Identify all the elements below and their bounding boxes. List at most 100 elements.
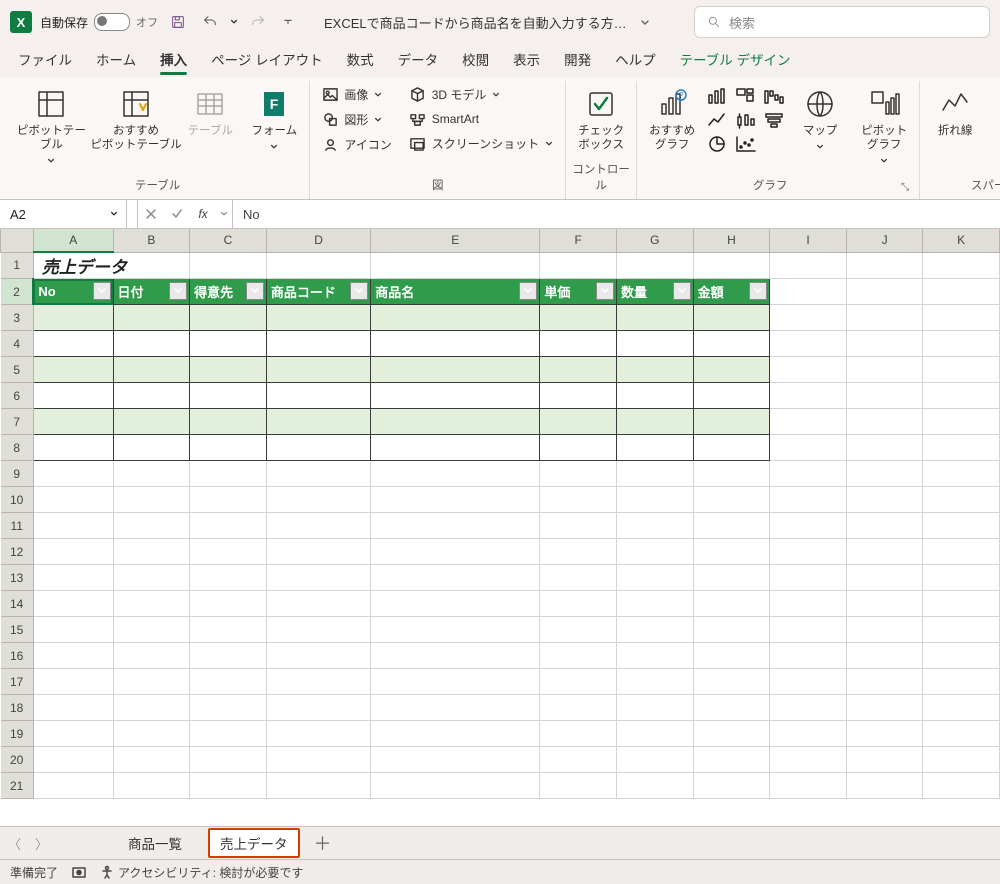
map-chart-button[interactable]: マップ — [791, 83, 849, 153]
filter-button[interactable] — [673, 282, 691, 300]
shapes-button[interactable]: 図形 — [316, 108, 397, 131]
tab-home[interactable]: ホーム — [86, 43, 146, 77]
tab-file[interactable]: ファイル — [8, 43, 82, 77]
sparkline-line-button[interactable]: 折れ線 — [926, 83, 984, 141]
col-header[interactable]: K — [923, 229, 1000, 252]
table-header-cell[interactable]: 数量 — [616, 279, 693, 305]
col-header[interactable]: E — [371, 229, 540, 252]
new-sheet-button[interactable]: ＋ — [314, 830, 332, 856]
line-chart-icon[interactable] — [707, 111, 729, 129]
name-box[interactable]: A2 — [0, 200, 127, 228]
pictures-button[interactable]: 画像 — [316, 83, 397, 106]
table-header-cell[interactable]: 商品名 — [371, 279, 540, 305]
row-header[interactable]: 21 — [1, 773, 34, 799]
statistic-chart-icon[interactable] — [735, 111, 757, 129]
row-header[interactable]: 1 — [1, 252, 34, 279]
row-header[interactable]: 18 — [1, 695, 34, 721]
row-header[interactable]: 7 — [1, 409, 34, 435]
tab-pagelayout[interactable]: ページ レイアウト — [201, 43, 332, 77]
row-header[interactable]: 2 — [1, 279, 34, 305]
pivot-table-button[interactable]: ピボットテーブル — [12, 83, 91, 167]
cell[interactable]: 売上データ — [33, 252, 189, 279]
3dmodel-button[interactable]: 3D モデル — [404, 83, 559, 106]
filter-button[interactable] — [519, 282, 537, 300]
icons-button[interactable]: アイコン — [316, 133, 397, 156]
table-header-cell[interactable]: No — [33, 279, 113, 305]
tab-data[interactable]: データ — [388, 43, 449, 77]
filter-button[interactable] — [350, 282, 368, 300]
filter-button[interactable] — [169, 282, 187, 300]
filter-button[interactable] — [749, 282, 767, 300]
row-header[interactable]: 14 — [1, 591, 34, 617]
row-header[interactable]: 19 — [1, 721, 34, 747]
table-header-cell[interactable]: 単価 — [540, 279, 617, 305]
row-header[interactable]: 15 — [1, 617, 34, 643]
tab-view[interactable]: 表示 — [503, 43, 550, 77]
autosave-toggle[interactable]: 自動保存 オフ — [40, 13, 158, 31]
col-header[interactable]: I — [770, 229, 847, 252]
filter-button[interactable] — [596, 282, 614, 300]
row-header[interactable]: 5 — [1, 357, 34, 383]
row-header[interactable]: 4 — [1, 331, 34, 357]
search-input[interactable]: 検索 — [694, 6, 990, 38]
tab-insert[interactable]: 挿入 — [150, 43, 197, 77]
tab-formulas[interactable]: 数式 — [337, 43, 384, 77]
enter-formula-button[interactable] — [164, 208, 190, 220]
table-header-cell[interactable]: 商品コード — [266, 279, 370, 305]
recommended-charts-button[interactable]: ? おすすめ グラフ — [643, 83, 701, 155]
charts-dialog-launcher[interactable]: ⤡ — [897, 182, 913, 197]
save-button[interactable] — [166, 10, 190, 34]
redo-button[interactable] — [246, 10, 270, 34]
row-header[interactable]: 8 — [1, 435, 34, 461]
screenshot-button[interactable]: スクリーンショット — [404, 132, 559, 155]
col-header[interactable]: D — [266, 229, 370, 252]
row-header[interactable]: 12 — [1, 539, 34, 565]
table-header-cell[interactable]: 金額 — [693, 279, 770, 305]
hierarchy-chart-icon[interactable] — [735, 87, 757, 105]
tab-tabledesign[interactable]: テーブル デザイン — [670, 43, 801, 77]
scatter-chart-icon[interactable] — [735, 135, 757, 153]
tab-help[interactable]: ヘルプ — [605, 43, 666, 77]
accessibility-status[interactable]: アクセシビリティ: 検討が必要です — [100, 864, 303, 881]
cancel-formula-button[interactable] — [138, 208, 164, 220]
fx-button[interactable]: fx — [190, 207, 216, 221]
row-header[interactable]: 13 — [1, 565, 34, 591]
col-header[interactable]: H — [693, 229, 770, 252]
col-header[interactable]: C — [190, 229, 267, 252]
undo-button[interactable] — [198, 10, 222, 34]
row-header[interactable]: 3 — [1, 305, 34, 331]
row-header[interactable]: 11 — [1, 513, 34, 539]
row-header[interactable]: 20 — [1, 747, 34, 773]
formula-input[interactable]: No — [233, 200, 1000, 228]
col-header[interactable]: G — [616, 229, 693, 252]
funnel-chart-icon[interactable] — [763, 111, 785, 129]
row-header[interactable]: 16 — [1, 643, 34, 669]
tab-review[interactable]: 校閲 — [452, 43, 499, 77]
sheet-nav-next[interactable]: 〉 — [35, 834, 48, 853]
waterfall-chart-icon[interactable] — [763, 87, 785, 105]
undo-dropdown-icon[interactable] — [230, 18, 238, 26]
filter-button[interactable] — [246, 282, 264, 300]
row-header[interactable]: 10 — [1, 487, 34, 513]
smartart-button[interactable]: SmartArt — [404, 108, 559, 130]
sheet-tab-active[interactable]: 売上データ — [208, 828, 300, 858]
table-header-cell[interactable]: 得意先 — [190, 279, 267, 305]
select-all-corner[interactable] — [1, 229, 34, 252]
tab-developer[interactable]: 開発 — [554, 43, 601, 77]
row-header[interactable]: 9 — [1, 461, 34, 487]
col-header[interactable]: F — [540, 229, 617, 252]
file-name[interactable]: EXCELで商品コードから商品名を自動入力する方… — [324, 13, 650, 32]
recommended-pivot-button[interactable]: おすすめ ピボットテーブル — [97, 83, 176, 155]
checkbox-control-button[interactable]: チェック ボックス — [572, 83, 630, 155]
col-header[interactable]: B — [113, 229, 190, 252]
sheet-tab[interactable]: 商品一覧 — [116, 829, 194, 857]
col-header[interactable]: A — [33, 229, 113, 252]
pivot-chart-button[interactable]: ピボットグラフ — [855, 83, 913, 167]
qat-customize-icon[interactable] — [284, 18, 292, 26]
sheet-nav-prev[interactable]: 〈 — [8, 834, 21, 853]
macro-record-icon[interactable] — [72, 865, 86, 879]
column-chart-icon[interactable] — [707, 87, 729, 105]
filter-button[interactable] — [93, 282, 111, 300]
col-header[interactable]: J — [846, 229, 923, 252]
table-header-cell[interactable]: 日付 — [113, 279, 190, 305]
